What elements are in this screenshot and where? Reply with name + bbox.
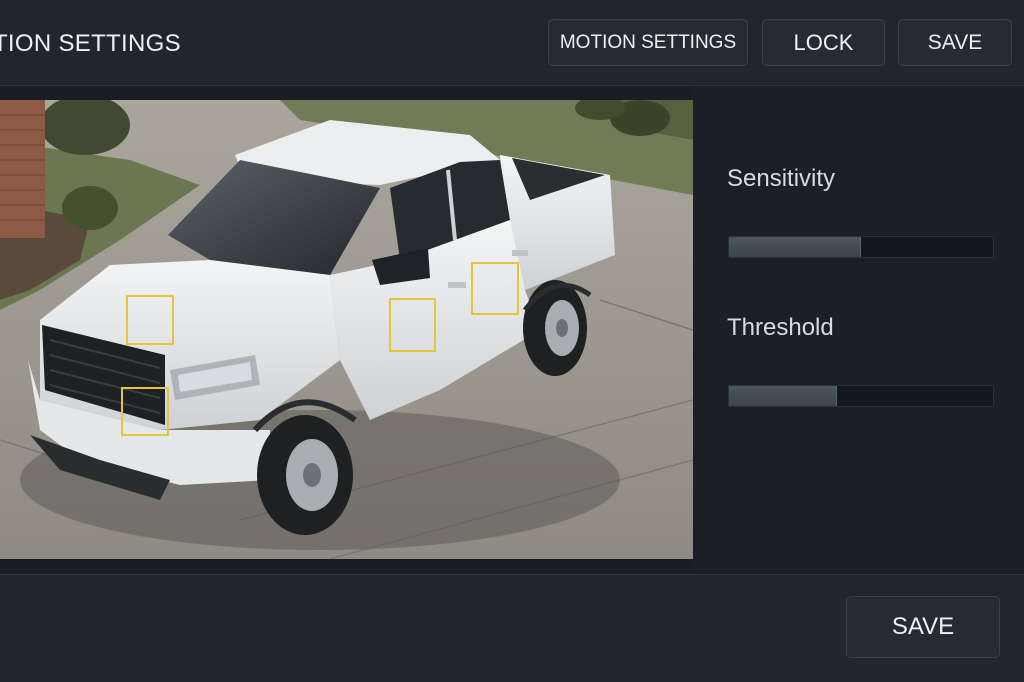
settings-panel: Sensitivity Threshold — [693, 87, 1024, 573]
page-title: OTION SETTINGS — [0, 30, 181, 57]
footer-bar: SAVE — [0, 574, 1024, 682]
camera-view[interactable] — [0, 100, 693, 559]
camera-image — [0, 100, 693, 559]
lock-button[interactable]: LOCK — [762, 19, 885, 66]
threshold-slider-fill — [729, 386, 838, 406]
sensitivity-label: Sensitivity — [727, 165, 836, 192]
sensitivity-slider[interactable] — [728, 236, 994, 258]
header-bar: OTION SETTINGS MOTION SETTINGS LOCK SAVE — [0, 0, 1024, 86]
detection-zone-grille[interactable] — [121, 387, 169, 436]
detection-zone-rear-door[interactable] — [471, 262, 519, 315]
threshold-slider[interactable] — [728, 385, 994, 407]
detection-zone-front-door[interactable] — [389, 298, 436, 352]
header-save-button[interactable]: SAVE — [898, 19, 1012, 66]
main-content: Sensitivity Threshold — [0, 87, 1024, 573]
footer-save-button[interactable]: SAVE — [846, 596, 1000, 658]
sensitivity-slider-fill — [729, 237, 861, 257]
motion-settings-app: OTION SETTINGS MOTION SETTINGS LOCK SAVE — [0, 0, 1024, 682]
detection-zone-hood[interactable] — [126, 295, 174, 345]
threshold-label: Threshold — [727, 314, 834, 341]
motion-settings-button[interactable]: MOTION SETTINGS — [548, 19, 748, 66]
